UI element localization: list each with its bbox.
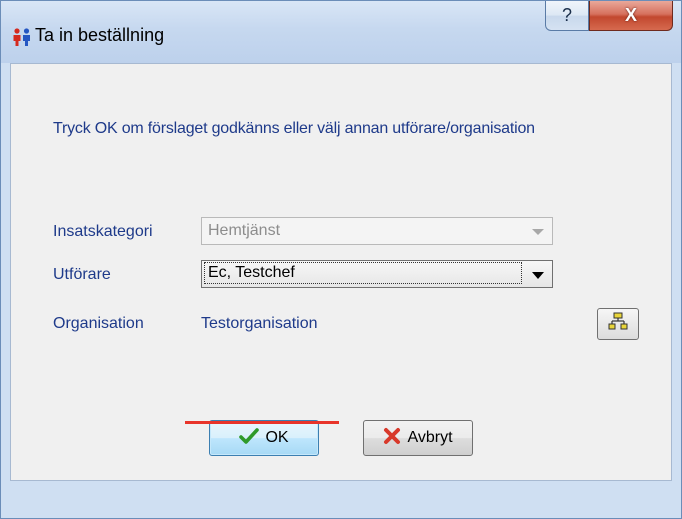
insatskategori-value: Hemtjänst <box>208 222 281 239</box>
org-chart-icon <box>608 312 628 337</box>
checkmark-icon <box>239 427 260 450</box>
ok-button[interactable]: OK <box>209 420 319 456</box>
window-title: Ta in beställning <box>35 25 165 45</box>
annotation-underline <box>185 421 339 424</box>
help-button[interactable]: ? <box>545 1 589 31</box>
close-button[interactable]: X <box>589 1 673 31</box>
organisation-label: Organisation <box>53 315 144 332</box>
chevron-down-icon[interactable] <box>532 272 544 279</box>
cancel-button[interactable]: Avbryt <box>363 420 473 456</box>
utforare-value: Ec, Testchef <box>204 262 522 284</box>
choose-organisation-button[interactable] <box>597 308 639 340</box>
dialog-window: Ta in beställning ? X Tryck OK om försla… <box>0 0 682 519</box>
title-bar[interactable]: Ta in beställning ? X <box>1 1 681 63</box>
utforare-select[interactable]: Ec, Testchef <box>201 260 553 288</box>
instruction-text: Tryck OK om förslaget godkänns eller väl… <box>53 120 535 137</box>
people-icon <box>11 27 31 47</box>
close-icon: X <box>624 5 637 25</box>
x-cross-icon <box>383 427 401 450</box>
insatskategori-select: Hemtjänst <box>201 217 553 245</box>
dialog-body: Tryck OK om förslaget godkänns eller väl… <box>10 63 672 481</box>
organisation-value: Testorganisation <box>201 315 318 332</box>
utforare-label: Utförare <box>53 266 111 283</box>
ok-label: OK <box>265 429 289 446</box>
chevron-down-icon <box>532 229 544 235</box>
insatskategori-label: Insatskategori <box>53 223 153 240</box>
help-icon: ? <box>561 5 572 25</box>
cancel-label: Avbryt <box>407 429 453 446</box>
